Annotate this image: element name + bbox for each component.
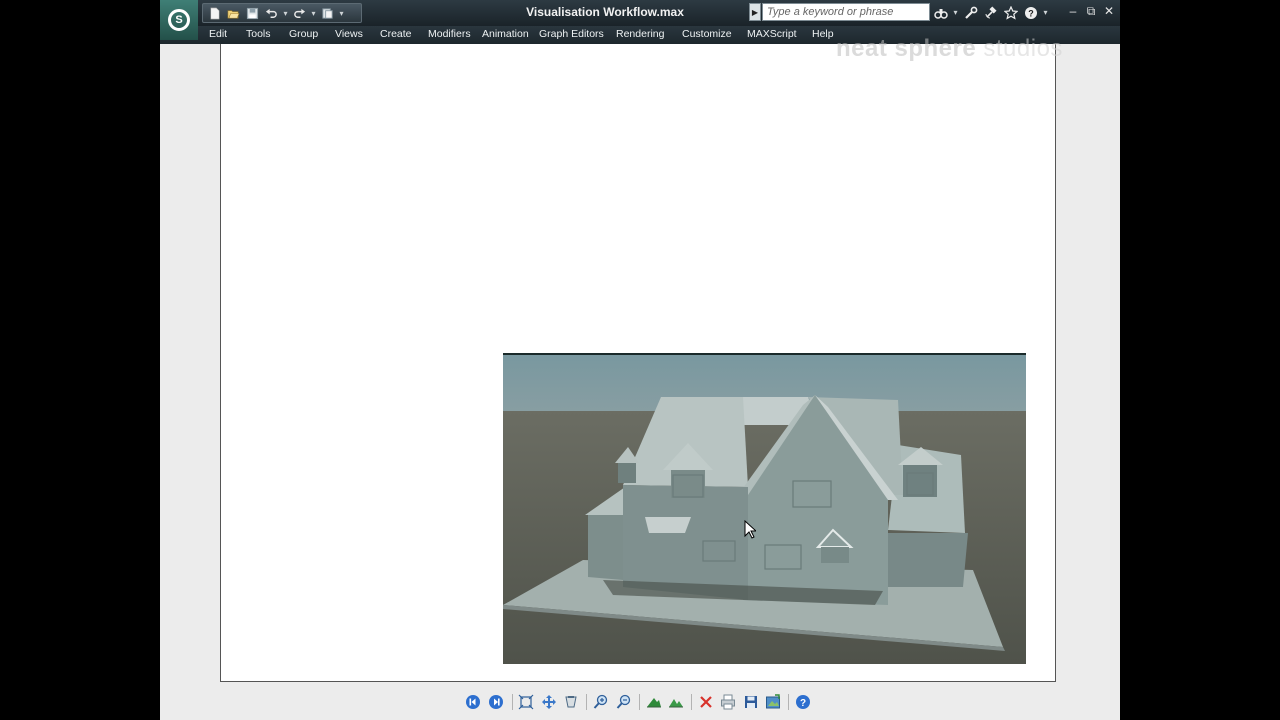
app-menu-button[interactable]: S <box>160 0 198 40</box>
infocenter-toolbar: ▾ ? ▾ <box>932 3 1054 22</box>
undo-dropdown-icon[interactable]: ▾ <box>282 9 289 18</box>
menu-create[interactable]: Create <box>380 28 412 40</box>
minimize-icon[interactable]: – <box>1066 3 1080 19</box>
next-page-icon[interactable] <box>487 693 505 711</box>
menu-modifiers[interactable]: Modifiers <box>428 28 471 40</box>
export-icon[interactable] <box>764 693 782 711</box>
save-icon[interactable] <box>244 5 261 21</box>
toolbar-separator <box>512 694 513 710</box>
app-window: S ▾ ▾ ▾ Visualisation Workflow.max ▶ Typ… <box>160 0 1120 720</box>
toolbar-separator <box>586 694 587 710</box>
binoculars-dropdown-icon[interactable]: ▾ <box>952 8 959 17</box>
binoculars-icon[interactable] <box>932 4 949 21</box>
markup-icon[interactable] <box>645 693 663 711</box>
mouse-cursor-icon <box>744 520 756 539</box>
save-image-icon[interactable] <box>742 693 760 711</box>
undo-icon[interactable] <box>263 5 280 21</box>
menu-edit[interactable]: Edit <box>209 28 227 40</box>
menu-rendering[interactable]: Rendering <box>616 28 664 40</box>
menu-customize[interactable]: Customize <box>682 28 732 40</box>
first-page-icon[interactable] <box>464 693 482 711</box>
search-input[interactable] <box>762 3 930 21</box>
restore-icon[interactable]: ⧉ <box>1084 3 1098 19</box>
help-icon[interactable]: ? <box>794 693 812 711</box>
menu-maxscript[interactable]: MAXScript <box>747 28 797 40</box>
open-file-icon[interactable] <box>225 5 242 21</box>
svg-text:?: ? <box>1028 8 1034 18</box>
title-bar: S ▾ ▾ ▾ Visualisation Workflow.max ▶ Typ… <box>160 0 1120 40</box>
project-folder-icon[interactable] <box>319 5 336 21</box>
app-logo-icon: S <box>168 9 190 31</box>
satellite-icon[interactable] <box>982 4 999 21</box>
fit-to-window-icon[interactable] <box>517 693 535 711</box>
quick-access-toolbar: ▾ ▾ ▾ <box>202 3 362 23</box>
menu-animation[interactable]: Animation <box>482 28 529 40</box>
redo-dropdown-icon[interactable]: ▾ <box>310 9 317 18</box>
viewer-toolbar: ? <box>160 688 1120 716</box>
window-controls: – ⧉ ✕ <box>1066 3 1116 19</box>
toolbar-separator <box>788 694 789 710</box>
window-title: Visualisation Workflow.max <box>526 5 684 19</box>
markup-measure-icon[interactable] <box>667 693 685 711</box>
house-render-image <box>503 353 1026 664</box>
infocenter-expand-icon[interactable]: ▶ <box>749 3 761 21</box>
pan-icon[interactable] <box>540 693 558 711</box>
menu-graph-editors[interactable]: Graph Editors <box>539 28 604 40</box>
print-icon[interactable] <box>719 693 737 711</box>
menu-views[interactable]: Views <box>335 28 363 40</box>
zoom-in-icon[interactable] <box>592 693 610 711</box>
toolbar-separator <box>639 694 640 710</box>
toolbar-separator <box>691 694 692 710</box>
wrench-icon[interactable] <box>962 4 979 21</box>
studio-watermark: neat sphere studios <box>836 35 1063 63</box>
menu-help[interactable]: Help <box>812 28 834 40</box>
zoom-out-icon[interactable] <box>615 693 633 711</box>
quick-access-dropdown-icon[interactable]: ▾ <box>338 9 345 18</box>
svg-text:?: ? <box>800 698 806 709</box>
redo-icon[interactable] <box>291 5 308 21</box>
menu-tools[interactable]: Tools <box>246 28 271 40</box>
menu-group[interactable]: Group <box>289 28 318 40</box>
help-dropdown-icon[interactable]: ▾ <box>1042 8 1049 17</box>
watermark-bold-text: neat sphere <box>836 35 977 62</box>
page-setup-icon[interactable] <box>562 693 580 711</box>
watermark-light-text: studios <box>976 35 1063 62</box>
help-icon[interactable]: ? <box>1022 4 1039 21</box>
star-icon[interactable] <box>1002 4 1019 21</box>
close-icon[interactable]: ✕ <box>1102 3 1116 19</box>
new-file-icon[interactable] <box>206 5 223 21</box>
delete-icon[interactable] <box>697 693 715 711</box>
document-viewer-page <box>220 44 1056 682</box>
